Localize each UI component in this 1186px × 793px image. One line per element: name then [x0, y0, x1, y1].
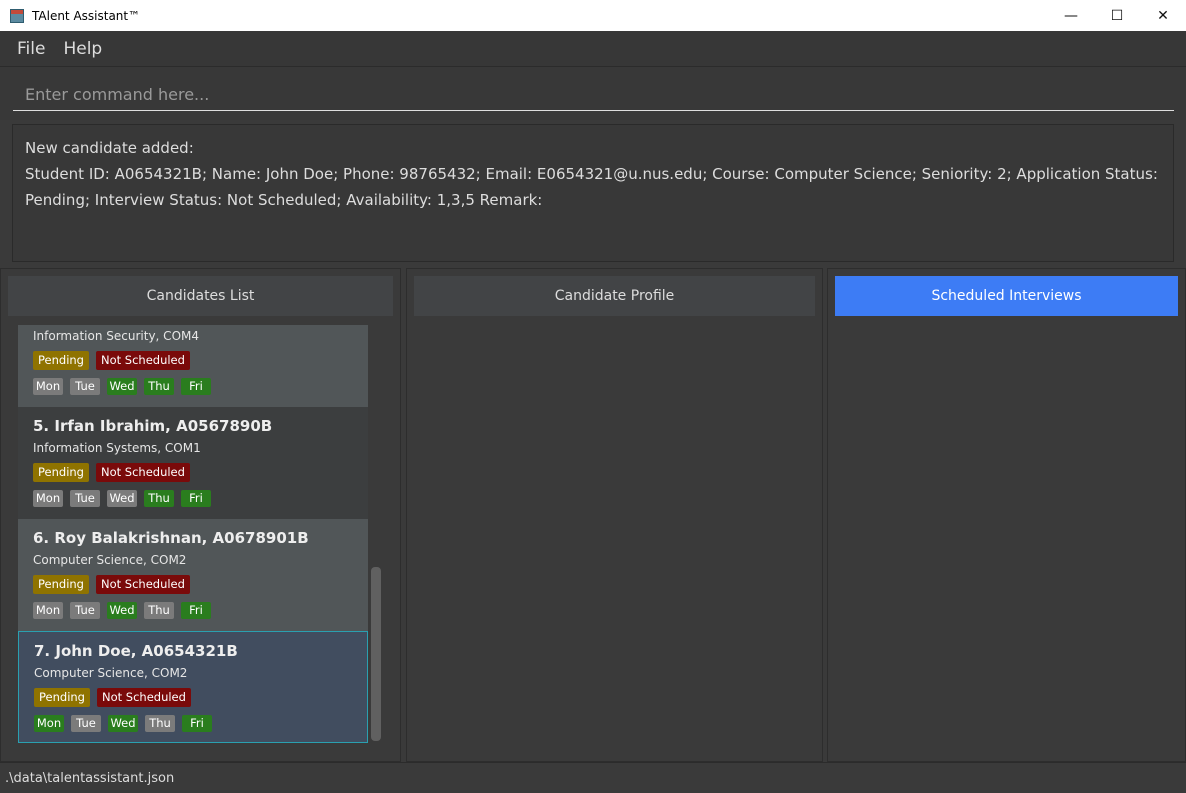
menu-file[interactable]: File — [17, 39, 45, 59]
interview-status-badge: Not Scheduled — [95, 463, 190, 482]
availability-day-fri: Fri — [181, 602, 211, 619]
application-status-badge: Pending — [33, 463, 89, 482]
availability-day-tue: Tue — [71, 715, 101, 732]
candidate-course: Information Security, COM4 — [33, 329, 199, 343]
candidate-profile-header[interactable]: Candidate Profile — [414, 276, 815, 316]
application-status-badge: Pending — [33, 575, 89, 594]
menu-bar: File Help — [0, 31, 1186, 66]
availability-day-mon: Mon — [33, 490, 63, 507]
availability-day-thu: Thu — [145, 715, 175, 732]
interview-status-badge: Not Scheduled — [96, 688, 191, 707]
availability-day-wed: Wed — [107, 602, 137, 619]
candidate-name: 6. Roy Balakrishnan, A0678901B — [33, 529, 309, 547]
command-box — [0, 66, 1186, 120]
result-line: Student ID: A0654321B; Name: John Doe; P… — [25, 165, 1158, 209]
candidates-list: Information Security, COM4 Pending Not Sch… — [18, 325, 368, 750]
candidate-card[interactable]: Information Security, COM4 Pending Not Sch… — [18, 325, 368, 407]
availability-day-tue: Tue — [70, 490, 100, 507]
availability-day-thu: Thu — [144, 378, 174, 395]
candidate-name: 7. John Doe, A0654321B — [34, 642, 238, 660]
candidate-course: Computer Science, COM2 — [33, 553, 187, 567]
application-status-badge: Pending — [33, 351, 89, 370]
candidate-name: 5. Irfan Ibrahim, A0567890B — [33, 417, 273, 435]
status-bar-filepath: .\data\talentassistant.json — [0, 762, 1186, 793]
availability-day-wed: Wed — [107, 490, 137, 507]
scheduled-interviews-header[interactable]: Scheduled Interviews — [835, 276, 1178, 316]
profile-panel: Candidate Profile — [406, 268, 823, 762]
result-line: New candidate added: — [25, 139, 194, 157]
result-display: New candidate added: Student ID: A065432… — [12, 124, 1174, 262]
candidate-card[interactable]: 7. John Doe, A0654321B Computer Science, … — [18, 631, 368, 743]
availability-day-fri: Fri — [181, 378, 211, 395]
availability-day-thu: Thu — [144, 490, 174, 507]
availability-day-mon: Mon — [33, 378, 63, 395]
availability-day-fri: Fri — [182, 715, 212, 732]
scrollbar-thumb[interactable] — [371, 567, 381, 741]
availability-day-mon: Mon — [33, 602, 63, 619]
interviews-panel: Scheduled Interviews — [827, 268, 1186, 762]
candidates-list-header[interactable]: Candidates List — [8, 276, 393, 316]
window-title: TAlent Assistant™ — [32, 8, 141, 23]
menu-help[interactable]: Help — [63, 39, 102, 59]
minimize-button[interactable]: — — [1048, 0, 1094, 31]
title-bar: TAlent Assistant™ — ☐ ✕ — [0, 0, 1186, 31]
calendar-app-icon — [10, 8, 24, 23]
close-button[interactable]: ✕ — [1140, 0, 1186, 31]
availability-day-fri: Fri — [181, 490, 211, 507]
application-status-badge: Pending — [34, 688, 90, 707]
candidate-course: Computer Science, COM2 — [34, 666, 188, 680]
maximize-button[interactable]: ☐ — [1094, 0, 1140, 31]
availability-day-thu: Thu — [144, 602, 174, 619]
availability-day-mon: Mon — [34, 715, 64, 732]
candidate-course: Information Systems, COM1 — [33, 441, 201, 455]
availability-day-tue: Tue — [70, 378, 100, 395]
interview-status-badge: Not Scheduled — [95, 351, 190, 370]
candidate-card[interactable]: 5. Irfan Ibrahim, A0567890B Information S… — [18, 407, 368, 519]
candidate-card[interactable]: 6. Roy Balakrishnan, A0678901B Computer S… — [18, 519, 368, 631]
availability-day-wed: Wed — [108, 715, 138, 732]
availability-day-tue: Tue — [70, 602, 100, 619]
availability-day-wed: Wed — [107, 378, 137, 395]
command-input[interactable] — [13, 79, 1174, 111]
interview-status-badge: Not Scheduled — [95, 575, 190, 594]
